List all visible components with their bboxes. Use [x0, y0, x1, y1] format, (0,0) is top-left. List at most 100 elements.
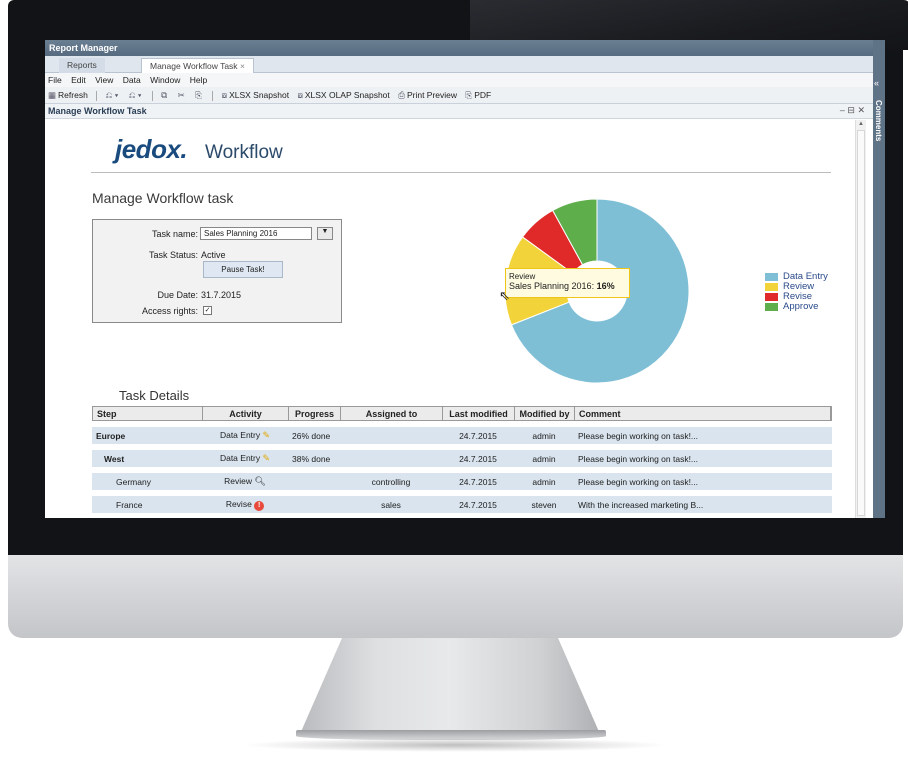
menu-data[interactable]: Data — [123, 75, 141, 85]
menu-view[interactable]: View — [95, 75, 113, 85]
tab-manage-workflow-task[interactable]: Manage Workflow Task × — [141, 58, 254, 73]
toolbar-divider — [96, 90, 98, 101]
activity-cell: Data Entry — [219, 430, 261, 440]
column-header[interactable]: Comment — [575, 407, 831, 420]
monitor-chin — [8, 555, 903, 638]
task-status-label: Task Status: — [148, 250, 198, 260]
toolbar-divider — [212, 90, 214, 101]
comment-cell: Please begin working on task!... — [578, 430, 699, 441]
step-cell: West — [104, 453, 125, 464]
menu-file[interactable]: File — [48, 75, 62, 85]
task-form: Task name: Sales Planning 2016 ▼ Task St… — [92, 219, 342, 323]
refresh-icon: ▦ — [48, 90, 57, 100]
page-title: Manage Workflow task — [92, 190, 234, 206]
paste-button[interactable]: ⎘ — [195, 90, 204, 101]
redo-button[interactable]: ⎌ ▾ — [129, 90, 144, 101]
progress-cell: 38% done — [292, 453, 331, 464]
legend-item[interactable]: Approve — [765, 302, 828, 312]
modified-cell: 24.7.2015 — [459, 499, 497, 510]
mouse-cursor-icon: ⇖ — [499, 288, 510, 303]
legend-label: Approve — [783, 301, 819, 312]
modified-by-cell: admin — [532, 476, 556, 487]
due-date-label: Due Date: — [157, 290, 198, 300]
refresh-button[interactable]: ▦ Refresh — [48, 90, 88, 101]
xlsx-olap-snapshot-button[interactable]: ⧇ XLSX OLAP Snapshot — [297, 90, 389, 101]
menu-window[interactable]: Window — [150, 75, 180, 85]
vertical-scrollbar[interactable]: ▲ — [855, 120, 866, 518]
collapse-icon[interactable]: « — [874, 78, 879, 88]
redo-icon: ⎌ ▾ — [128, 90, 142, 100]
product-name: Workflow — [205, 142, 283, 163]
pencil-icon[interactable]: ✎ — [262, 430, 270, 440]
column-header[interactable]: Assigned to — [341, 407, 443, 420]
xlsx-snapshot-button[interactable]: ⧇ XLSX Snapshot — [222, 90, 289, 101]
assigned-cell: controlling — [371, 476, 411, 487]
toolbar-divider — [151, 90, 153, 101]
cut-button[interactable]: ✂ — [178, 90, 187, 101]
pdf-icon: ⎘ — [465, 90, 473, 100]
stand-shadow — [240, 738, 670, 752]
jedox-logo: jedox. — [115, 134, 188, 164]
column-header[interactable]: Last modified — [443, 407, 515, 420]
pause-task-button[interactable]: Pause Task! — [203, 261, 283, 278]
legend-swatch — [765, 273, 778, 281]
paste-icon: ⎘ — [195, 90, 202, 100]
olap-snapshot-icon: ⧇ — [297, 90, 303, 100]
table-row[interactable]: West Data Entry ✎ 38% done 24.7.2015 adm… — [92, 450, 832, 467]
progress-cell: 26% done — [292, 430, 331, 441]
legend-swatch — [765, 293, 778, 301]
modified-by-cell: admin — [532, 453, 556, 464]
task-details-table: Step Activity Progress Assigned to Last … — [92, 406, 832, 513]
print-preview-button[interactable]: ⎙ Print Preview — [398, 90, 457, 101]
modified-by-cell: steven — [531, 499, 557, 510]
tooltip-value: 16% — [596, 281, 615, 291]
comment-cell: Please begin working on task!... — [578, 453, 699, 464]
tab-reports[interactable]: Reports — [59, 58, 105, 73]
close-tab-icon[interactable]: × — [240, 61, 245, 71]
monitor-stand — [300, 638, 600, 734]
due-date-value: 31.7.2015 — [201, 290, 242, 300]
task-name-select[interactable]: Sales Planning 2016 ▼ — [200, 227, 333, 240]
legend-swatch — [765, 303, 778, 311]
table-header: Step Activity Progress Assigned to Last … — [92, 406, 832, 421]
magnifier-icon[interactable]: 🔍︎ — [254, 476, 265, 486]
pencil-icon[interactable]: ✎ — [262, 453, 270, 463]
column-header[interactable]: Progress — [289, 407, 341, 420]
scrollbar-thumb[interactable] — [857, 130, 865, 516]
menu-help[interactable]: Help — [190, 75, 207, 85]
step-cell: France — [116, 499, 143, 510]
activity-cell: Revise — [225, 498, 252, 509]
scroll-up-icon[interactable]: ▲ — [857, 121, 865, 129]
column-header[interactable]: Modified by — [515, 407, 575, 420]
task-name-label: Task name: — [151, 229, 198, 239]
copy-button[interactable]: ⧉ — [161, 90, 169, 101]
pdf-button[interactable]: ⎘ PDF — [465, 90, 491, 101]
column-header[interactable]: Step — [93, 407, 203, 420]
tab-bar: Reports Manage Workflow Task × — [45, 56, 873, 73]
report-content: jedox. Workflow Manage Workflow task Tas… — [45, 120, 855, 518]
step-cell: Germany — [116, 476, 151, 487]
step-cell: Europe — [96, 430, 126, 441]
chart-tooltip: Review Sales Planning 2016: 16% — [505, 268, 630, 298]
app-screen: Report Manager « Comments Reports Manage… — [45, 40, 885, 518]
menu-edit[interactable]: Edit — [71, 75, 86, 85]
panel-window-controls[interactable]: – ⊟ ✕ — [840, 105, 865, 116]
modified-cell: 24.7.2015 — [459, 453, 497, 464]
print-preview-icon: ⎙ — [398, 90, 405, 100]
modified-by-cell: admin — [532, 430, 556, 441]
chevron-down-icon[interactable]: ▼ — [317, 227, 333, 240]
comments-panel-strip[interactable]: « Comments — [873, 40, 885, 518]
access-rights-checkbox[interactable]: ✓ — [203, 306, 212, 315]
modified-cell: 24.7.2015 — [459, 476, 497, 487]
table-row[interactable]: France Revise ! sales 24.7.2015 steven W… — [92, 496, 832, 513]
column-header[interactable]: Activity — [203, 407, 289, 420]
snapshot-icon: ⧇ — [221, 90, 228, 100]
tooltip-label: Sales Planning 2016: — [509, 281, 595, 291]
table-row[interactable]: Germany Review 🔍︎ controlling 24.7.2015 … — [92, 473, 832, 490]
menu-bar: File Edit View Data Window Help — [45, 73, 873, 87]
table-row[interactable]: Europe Data Entry ✎ 26% done 24.7.2015 a… — [92, 427, 832, 444]
warning-icon[interactable]: ! — [254, 500, 265, 511]
chart-legend: Data Entry Review Revise Approve — [765, 272, 828, 312]
undo-icon: ⎌ ▾ — [105, 90, 119, 100]
undo-button[interactable]: ⎌ ▾ — [106, 90, 121, 101]
